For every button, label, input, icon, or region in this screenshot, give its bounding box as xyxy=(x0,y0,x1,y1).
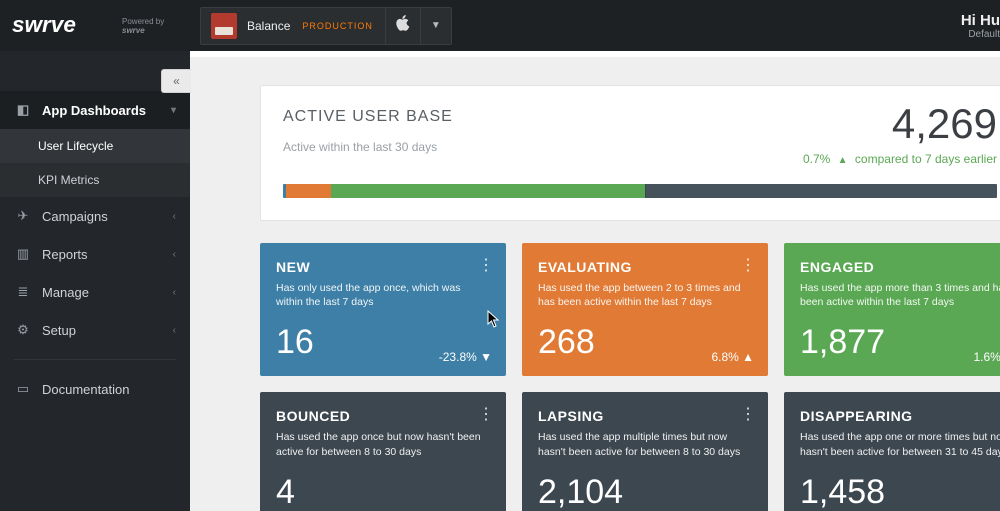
topbar: swrve Powered by swrve Balance PRODUCTIO… xyxy=(0,0,1000,51)
page-title: User Lifecycle xyxy=(260,51,411,53)
list-icon: ≣ xyxy=(14,284,32,300)
swrve-logo-icon: swrve xyxy=(12,13,116,39)
segment-bar xyxy=(283,184,997,198)
sidebar-item-user-lifecycle[interactable]: User Lifecycle xyxy=(0,129,190,163)
lifecycle-tiles: ⋮NEWHas only used the app once, which wa… xyxy=(260,243,1000,511)
tile-desc: Has used the app between 2 to 3 times an… xyxy=(538,281,748,309)
tile-desc: Has used the app once but now hasn't bee… xyxy=(276,430,486,458)
sidebar-item-setup[interactable]: ⚙ Setup ‹ xyxy=(0,311,190,349)
sidebar-item-manage[interactable]: ≣ Manage ‹ xyxy=(0,273,190,311)
chevron-down-icon: ▾ xyxy=(171,105,176,116)
tile-new[interactable]: ⋮NEW Has only used the app once, which wa… xyxy=(260,243,506,376)
chevron-right-icon: ‹ xyxy=(173,287,176,298)
app-selector[interactable]: Balance PRODUCTION ▼ xyxy=(200,7,452,45)
card-heading: ACTIVE USER BASE xyxy=(283,108,997,126)
tile-engaged[interactable]: ⋮ENGAGEDHas used the app more than 3 tim… xyxy=(784,243,1000,376)
tile-name: BOUNCED xyxy=(276,408,490,424)
delta-pct: 0.7% xyxy=(803,152,830,166)
sidebar: « ◧ App Dashboards ▾ User Lifecycle KPI … xyxy=(0,51,190,511)
tile-disappearing[interactable]: ⋮DISAPPEARINGHas used the app one or mor… xyxy=(784,392,1000,511)
tile-delta: 1.6% ▲ xyxy=(973,350,1000,364)
user-role: Default xyxy=(961,29,1000,40)
app-name: Balance xyxy=(247,19,290,33)
nav-sub-label: User Lifecycle xyxy=(38,139,113,153)
tile-lapsing[interactable]: ⋮LAPSING Has used the app multiple times … xyxy=(522,392,768,511)
tile-menu-icon[interactable]: ⋮ xyxy=(478,255,494,275)
page-header: User Lifecycle Set as default dashboard … xyxy=(190,51,1000,57)
nav-sub-label: KPI Metrics xyxy=(38,173,99,187)
active-user-base-card: ACTIVE USER BASE Active within the last … xyxy=(260,85,1000,221)
delta-text: compared to 7 days earlier xyxy=(855,152,997,166)
sidebar-item-campaigns[interactable]: ✈ Campaigns ‹ xyxy=(0,197,190,235)
main: User Lifecycle Set as default dashboard … xyxy=(190,51,1000,511)
nav-sub-dashboards: User Lifecycle KPI Metrics xyxy=(0,129,190,197)
tile-desc: Has used the app multiple times but now … xyxy=(538,430,748,458)
nav-label: Manage xyxy=(42,285,89,300)
tile-desc: Has used the app more than 3 times and h… xyxy=(800,281,1000,309)
tile-desc: Has used the app one or more times but n… xyxy=(800,430,1000,458)
user-greeting: Hi Hu xyxy=(961,12,1000,29)
nav-label: Documentation xyxy=(42,382,129,397)
nav-label: Campaigns xyxy=(42,209,108,224)
tile-menu-icon[interactable]: ⋮ xyxy=(740,404,756,424)
document-icon: ▭ xyxy=(14,381,32,397)
tile-value: 4 xyxy=(276,473,490,511)
nav-label: Setup xyxy=(42,323,76,338)
divider xyxy=(14,359,176,360)
nav-label: App Dashboards xyxy=(42,103,146,118)
tile-name: DISAPPEARING xyxy=(800,408,1000,424)
nav-label: Reports xyxy=(42,247,88,262)
svg-text:swrve: swrve xyxy=(12,13,76,37)
barchart-icon: ▥ xyxy=(14,246,32,262)
sidebar-item-reports[interactable]: ▥ Reports ‹ xyxy=(0,235,190,273)
segment-engaged[interactable] xyxy=(331,184,645,198)
sidebar-item-kpi-metrics[interactable]: KPI Metrics xyxy=(0,163,190,197)
tile-bounced[interactable]: ⋮BOUNCED Has used the app once but now ha… xyxy=(260,392,506,511)
gears-icon: ⚙ xyxy=(14,322,32,338)
chevron-right-icon: ‹ xyxy=(173,325,176,336)
app-tile-icon xyxy=(211,13,237,39)
tile-name: LAPSING xyxy=(538,408,752,424)
powered-by: Powered by swrve xyxy=(122,18,164,36)
tile-menu-icon[interactable]: ⋮ xyxy=(740,255,756,275)
active-users-value: 4,269 xyxy=(892,100,997,148)
dashboard-icon: ◧ xyxy=(14,102,32,118)
triangle-up-icon: ▲ xyxy=(838,155,848,166)
tile-name: ENGAGED xyxy=(800,259,1000,275)
tile-value: 1,458 xyxy=(800,473,1000,511)
tile-menu-icon[interactable]: ⋮ xyxy=(478,404,494,424)
segment-evaluating[interactable] xyxy=(286,184,331,198)
chevron-double-left-icon: « xyxy=(173,74,180,88)
tile-delta: -23.8% ▼ xyxy=(439,350,492,364)
tile-value: 2,104 xyxy=(538,473,752,511)
tile-delta: 6.8% ▲ xyxy=(711,350,754,364)
chevron-right-icon: ‹ xyxy=(173,211,176,222)
apple-icon[interactable] xyxy=(386,15,420,36)
collapse-sidebar-button[interactable]: « xyxy=(161,69,191,93)
environment-badge: PRODUCTION xyxy=(302,21,373,31)
tile-value: 1,877 xyxy=(800,323,1000,362)
chevron-right-icon: ‹ xyxy=(173,249,176,260)
tile-name: EVALUATING xyxy=(538,259,752,275)
segment-lapsing[interactable] xyxy=(646,184,997,198)
active-users-delta: 0.7% ▲ compared to 7 days earlier xyxy=(803,152,997,166)
tile-name: NEW xyxy=(276,259,490,275)
sidebar-item-documentation[interactable]: ▭ Documentation xyxy=(0,370,190,408)
nav-section-dashboards[interactable]: ◧ App Dashboards ▾ xyxy=(0,91,190,129)
tile-evaluating[interactable]: ⋮EVALUATING Has used the app between 2 to… xyxy=(522,243,768,376)
nav: ◧ App Dashboards ▾ User Lifecycle KPI Me… xyxy=(0,51,190,408)
send-icon: ✈ xyxy=(14,208,32,224)
user-menu[interactable]: Hi Hu Default xyxy=(961,12,1000,40)
chevron-down-icon[interactable]: ▼ xyxy=(421,20,451,31)
tile-desc: Has only used the app once, which was wi… xyxy=(276,281,486,309)
logo[interactable]: swrve Powered by swrve xyxy=(0,0,190,51)
